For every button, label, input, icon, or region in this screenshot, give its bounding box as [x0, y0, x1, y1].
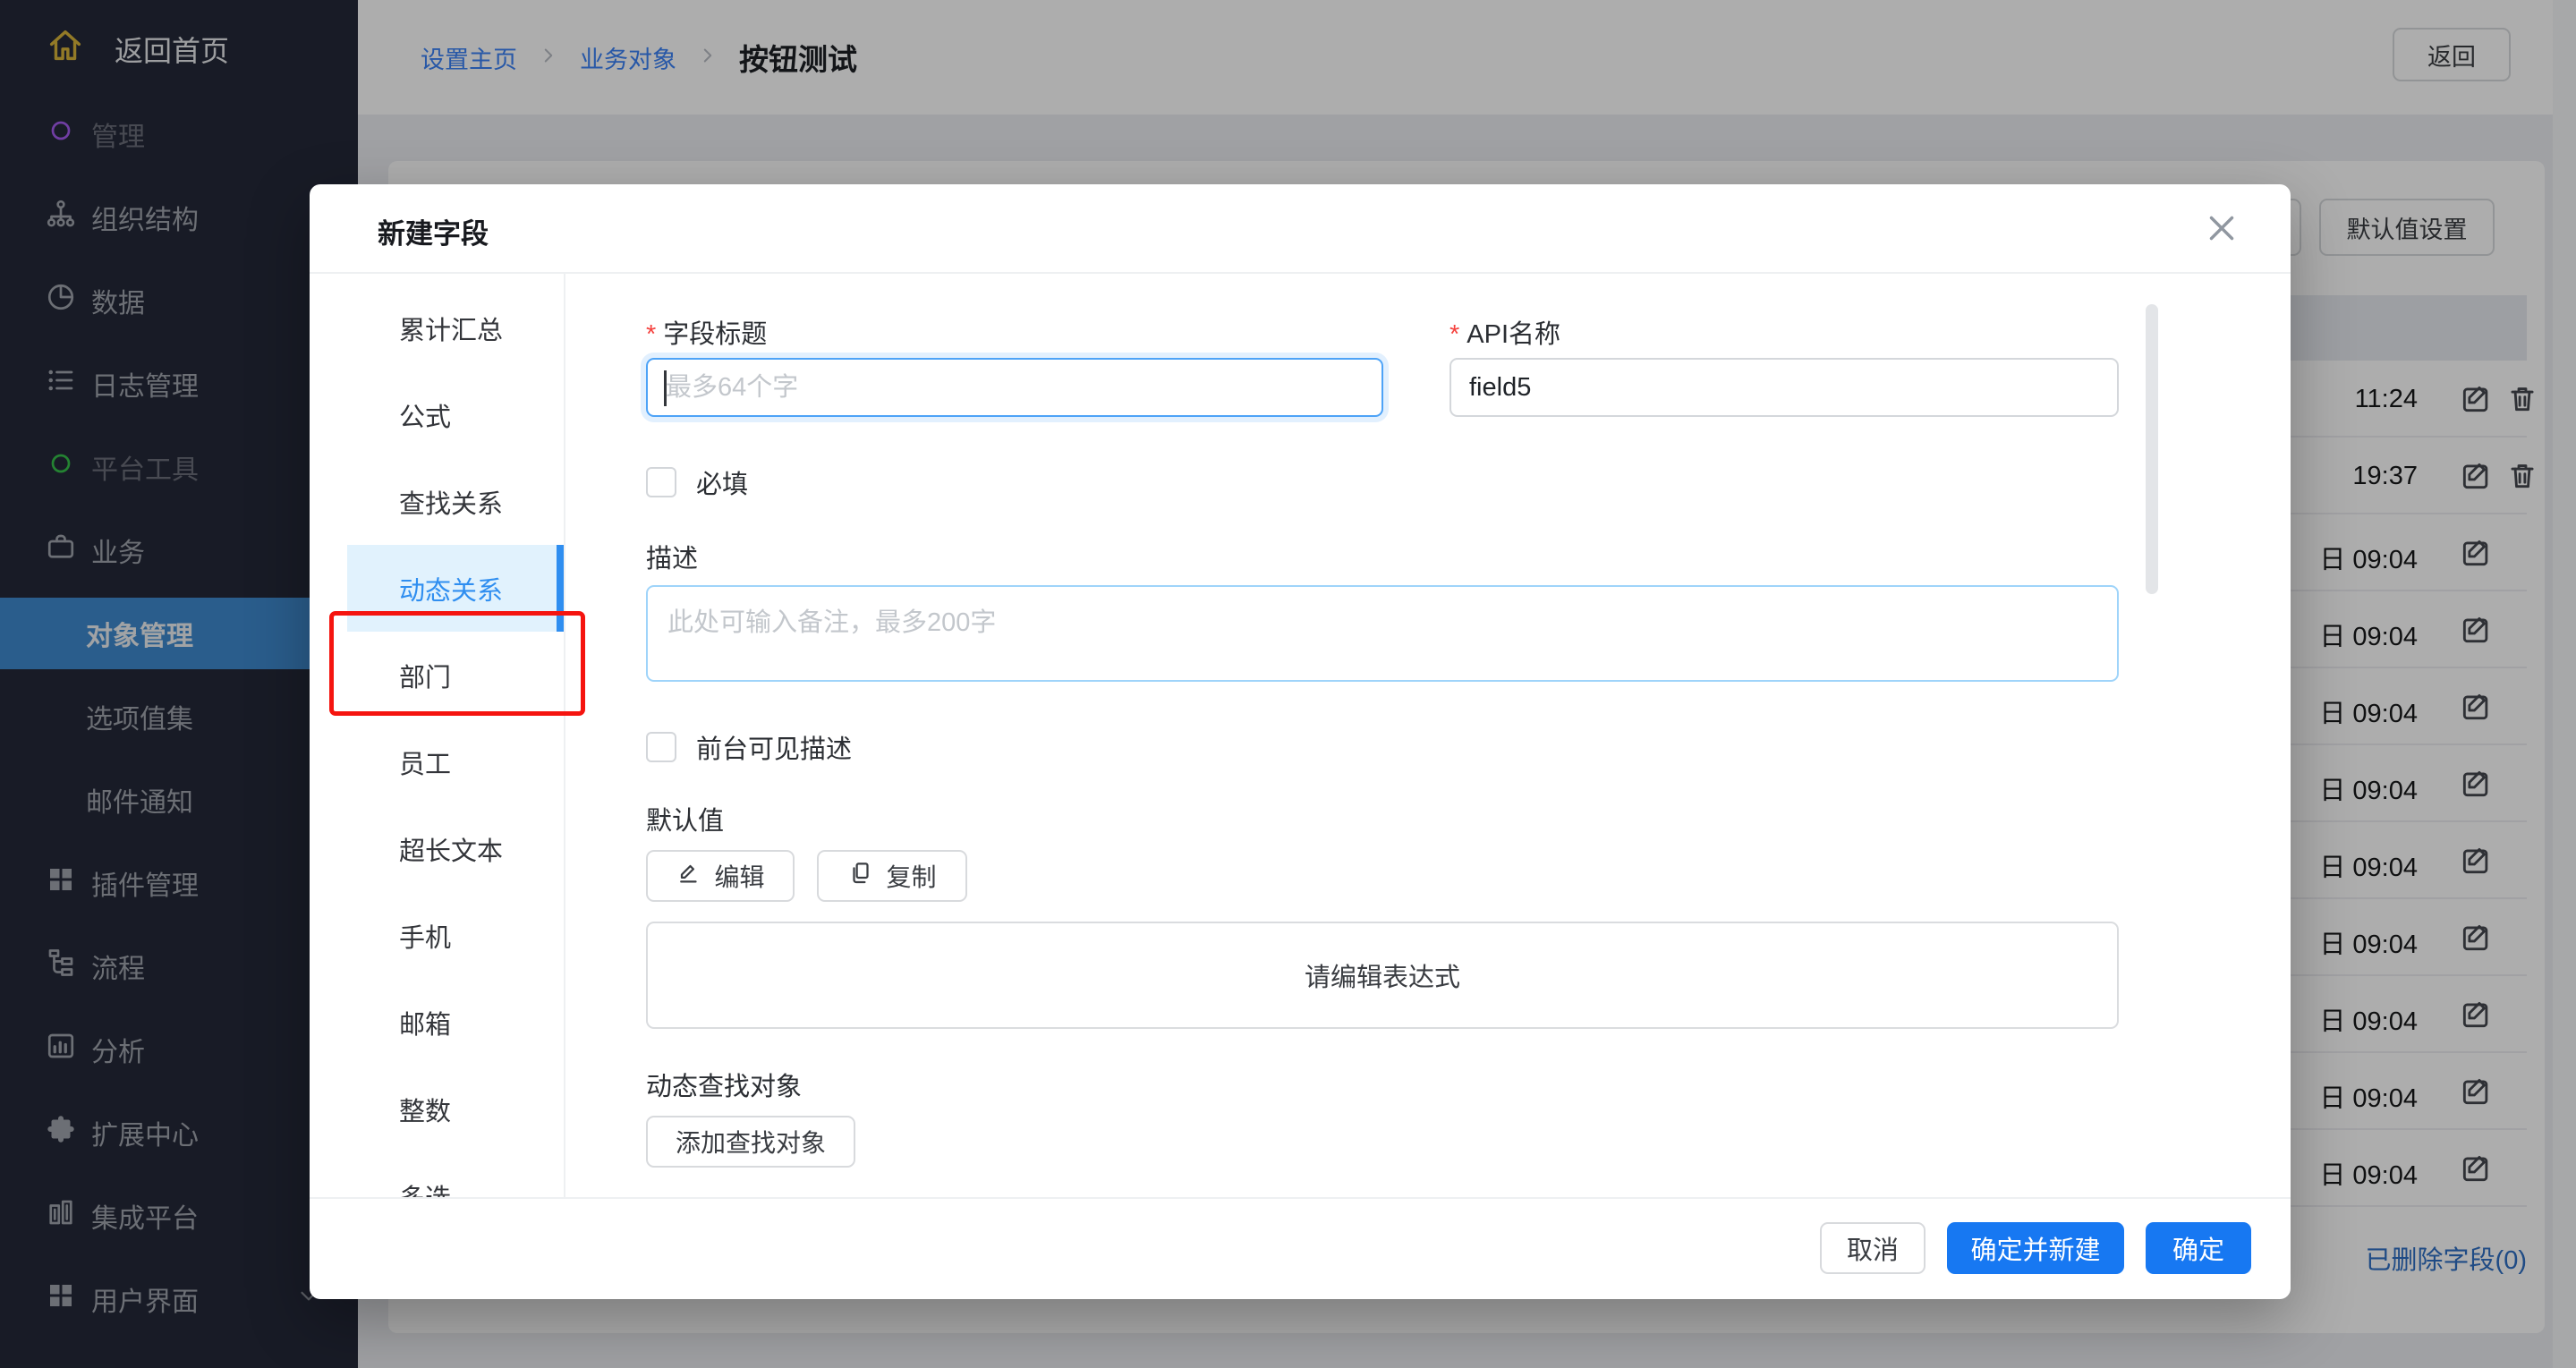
pencil-icon	[676, 860, 702, 893]
desc-visible-checkbox[interactable]	[646, 732, 676, 762]
required-asterisk: *	[1450, 320, 1459, 349]
description-label: 描述	[646, 538, 698, 575]
required-checkbox[interactable]	[646, 467, 676, 497]
modal-title: 新建字段	[378, 211, 489, 251]
cancel-button[interactable]: 取消	[1820, 1222, 1926, 1274]
app-root: 返回首页 管理 组织结构 数据	[0, 0, 2576, 1368]
field-type-label: 整数	[399, 1091, 451, 1128]
field-type-label: 部门	[399, 657, 451, 694]
field-type-item[interactable]: 动态关系	[347, 545, 564, 632]
new-field-modal: 新建字段 累计汇总 公式 查找关系	[310, 184, 2291, 1299]
required-asterisk: *	[646, 320, 656, 349]
required-checkbox-row[interactable]: 必填	[646, 463, 748, 501]
field-form: *字段标题 *API名称 必填 描述 前台可见描述 默认值	[565, 274, 2291, 1197]
field-type-item[interactable]: 整数	[310, 1066, 564, 1152]
dynamic-lookup-label: 动态查找对象	[646, 1066, 802, 1103]
desc-visible-checkbox-row[interactable]: 前台可见描述	[646, 728, 852, 766]
text-caret	[664, 370, 667, 406]
field-title-input[interactable]	[646, 358, 1383, 417]
expression-placeholder-box: 请编辑表达式	[646, 922, 2119, 1029]
field-type-item[interactable]: 查找关系	[310, 458, 564, 545]
field-type-label: 累计汇总	[399, 310, 503, 347]
confirm-and-new-button[interactable]: 确定并新建	[1947, 1222, 2124, 1274]
field-type-item[interactable]: 邮箱	[310, 979, 564, 1066]
description-textarea[interactable]	[646, 585, 2119, 682]
modal-footer: 取消 确定并新建 确定	[310, 1197, 2291, 1297]
modal-header: 新建字段	[310, 184, 2291, 274]
default-value-label: 默认值	[646, 800, 724, 837]
desc-visible-checkbox-label: 前台可见描述	[696, 728, 852, 766]
edit-expression-button[interactable]: 编辑	[646, 850, 795, 902]
copy-icon	[847, 860, 874, 893]
field-type-item[interactable]: 公式	[310, 371, 564, 458]
field-type-label: 查找关系	[399, 483, 503, 521]
confirm-button[interactable]: 确定	[2146, 1222, 2251, 1274]
field-type-item[interactable]: 累计汇总	[310, 285, 564, 371]
close-icon[interactable]	[2201, 208, 2242, 249]
required-checkbox-label: 必填	[696, 463, 748, 501]
add-lookup-object-button[interactable]: 添加查找对象	[646, 1116, 855, 1168]
field-type-item[interactable]: 员工	[310, 718, 564, 805]
field-type-nav: 累计汇总 公式 查找关系 动态关系 部门	[310, 274, 565, 1197]
field-title-label: *字段标题	[646, 313, 767, 351]
modal-body: 累计汇总 公式 查找关系 动态关系 部门	[310, 274, 2291, 1197]
field-type-item[interactable]: 多选	[310, 1152, 564, 1197]
field-type-label: 公式	[399, 396, 451, 434]
field-type-label: 超长文本	[399, 830, 503, 868]
field-type-label: 动态关系	[399, 570, 503, 608]
field-type-item[interactable]: 手机	[310, 892, 564, 979]
field-type-item[interactable]: 超长文本	[310, 805, 564, 892]
api-name-input[interactable]	[1450, 358, 2119, 417]
field-type-label: 多选	[399, 1177, 451, 1198]
form-scrollbar-thumb[interactable]	[2146, 304, 2158, 594]
field-type-label: 员工	[399, 743, 451, 781]
field-type-label: 邮箱	[399, 1004, 451, 1041]
copy-expression-button[interactable]: 复制	[817, 850, 967, 902]
api-name-label: *API名称	[1450, 313, 1560, 351]
field-type-item[interactable]: 部门	[310, 632, 564, 718]
field-type-label: 手机	[399, 917, 451, 955]
